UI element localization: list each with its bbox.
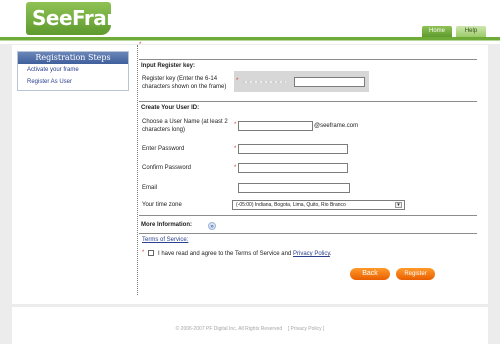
footer-privacy-link[interactable]: [ Privacy Policy ] bbox=[288, 326, 325, 332]
seeframe-logo[interactable]: SeeFrameTM bbox=[26, 2, 149, 35]
more-info-heading: More Information: bbox=[141, 222, 192, 228]
expand-icon[interactable]: » bbox=[208, 222, 216, 230]
password-input[interactable] bbox=[238, 144, 348, 154]
obscured-key-hint bbox=[242, 81, 286, 83]
register-key-heading: Input Register key: bbox=[141, 63, 196, 69]
confirm-password-input[interactable] bbox=[238, 163, 348, 173]
email-label: Email bbox=[142, 185, 158, 191]
footer-text: © 2006-2007 PF Digital Inc. All Rights R… bbox=[12, 326, 488, 332]
main-panel: Registration Steps Activate your frame R… bbox=[12, 42, 488, 304]
back-button[interactable]: Back bbox=[350, 268, 390, 280]
footer: © 2006-2007 PF Digital Inc. All Rights R… bbox=[12, 307, 488, 344]
sidebar-item-activate-frame[interactable]: Activate your frame bbox=[18, 64, 128, 76]
timezone-label: Your time zone bbox=[142, 202, 182, 208]
divider bbox=[139, 233, 477, 234]
user-id-heading: Create Your User ID: bbox=[141, 105, 200, 111]
required-marker: * bbox=[234, 165, 237, 171]
sidebar-item-register-user[interactable]: Register As User bbox=[18, 76, 128, 88]
register-button[interactable]: Register bbox=[396, 268, 435, 280]
timezone-select[interactable]: (-05:00) Indiana, Bogota, Lima, Quito, R… bbox=[232, 200, 405, 210]
confirm-password-label: Confirm Password bbox=[142, 165, 192, 171]
tab-home[interactable]: Home bbox=[422, 26, 452, 37]
register-key-box: * bbox=[234, 71, 369, 92]
required-marker: * bbox=[142, 250, 145, 256]
column-divider bbox=[137, 45, 138, 295]
register-key-input[interactable] bbox=[294, 77, 365, 87]
domain-suffix: @seeframe.com bbox=[314, 123, 359, 129]
divider bbox=[139, 59, 477, 60]
tab-help[interactable]: Help bbox=[456, 26, 486, 37]
registration-steps-sidebar: Registration Steps Activate your frame R… bbox=[17, 51, 129, 91]
agree-prefix: I have read and agree to the Terms of Se… bbox=[158, 251, 292, 257]
chevron-down-icon[interactable]: ▾ bbox=[395, 202, 402, 208]
header-divider-light bbox=[0, 40, 500, 41]
password-label: Enter Password bbox=[142, 146, 185, 152]
email-input[interactable] bbox=[238, 183, 350, 193]
registration-form: * Input Register key: Register key (Ente… bbox=[139, 42, 479, 300]
required-marker: * bbox=[234, 146, 237, 152]
logo-trademark: TM bbox=[139, 3, 150, 10]
required-marker: * bbox=[139, 42, 142, 48]
username-input[interactable] bbox=[238, 121, 313, 131]
agree-suffix: . bbox=[329, 251, 332, 257]
agree-terms-checkbox[interactable] bbox=[148, 250, 154, 256]
required-marker: * bbox=[234, 122, 237, 128]
timezone-value: (-05:00) Indiana, Bogota, Lima, Quito, R… bbox=[236, 202, 346, 208]
terms-of-service-link[interactable]: Terms of Service: bbox=[142, 236, 188, 244]
copyright-text: © 2006-2007 PF Digital Inc. All Rights R… bbox=[175, 326, 283, 332]
register-key-label: Register key (Enter the 6-14 characters … bbox=[142, 76, 227, 90]
sidebar-title: Registration Steps bbox=[18, 52, 128, 64]
header: SeeFrameTM Home Help bbox=[0, 0, 500, 44]
logo-text: SeeFrame bbox=[32, 6, 140, 30]
agree-terms-text: I have read and agree to the Terms of Se… bbox=[158, 250, 332, 258]
privacy-policy-link[interactable]: Privacy Policy bbox=[293, 251, 330, 257]
divider bbox=[139, 215, 477, 216]
top-nav: Home Help bbox=[422, 26, 486, 37]
divider bbox=[139, 101, 477, 102]
username-label: Choose a User Name (at least 2 character… bbox=[142, 119, 228, 133]
required-marker: * bbox=[236, 78, 239, 84]
